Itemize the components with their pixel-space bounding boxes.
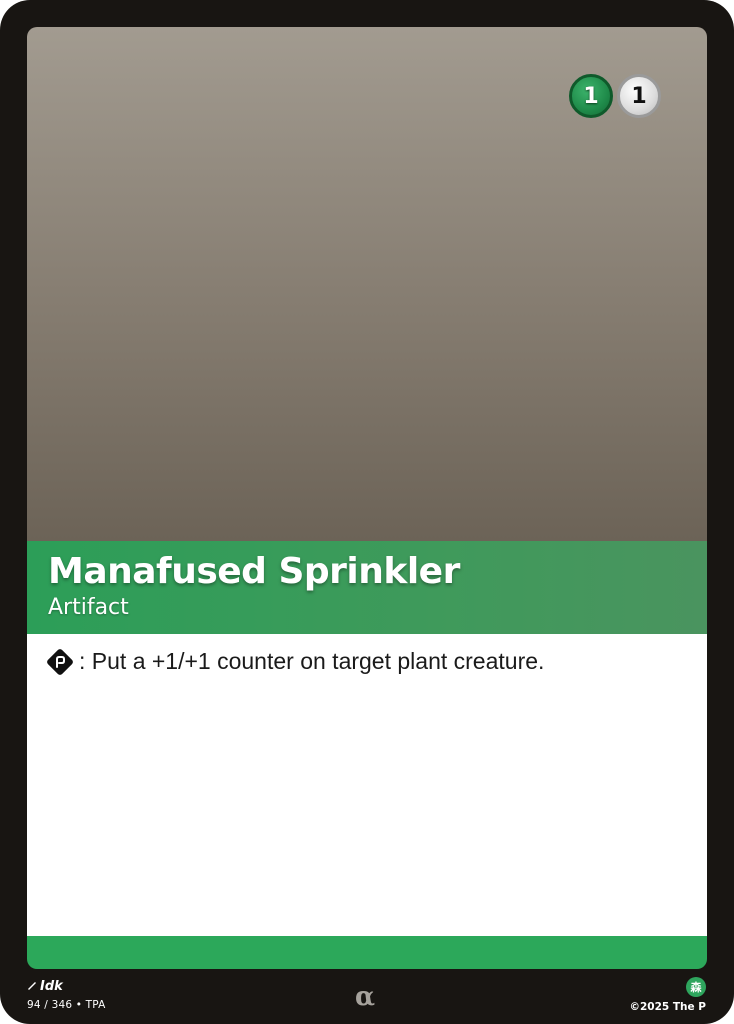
green-mana-pip: 1 xyxy=(569,74,613,118)
set-icon: 森 xyxy=(686,977,706,997)
generic-mana-pip: 1 xyxy=(617,74,661,118)
rules-text: : Put a +1/+1 counter on target plant cr… xyxy=(79,648,545,674)
tap-icon xyxy=(47,648,73,675)
card-name: Manafused Sprinkler xyxy=(48,551,460,592)
green-mana-value: 1 xyxy=(583,83,599,109)
copyright: ©2025 The P xyxy=(629,1001,707,1013)
card-art: 1 1 xyxy=(27,27,707,541)
artist-credit: Idk xyxy=(27,979,106,994)
artist-name: Idk xyxy=(40,979,63,994)
title-bar: Manafused Sprinkler Artifact xyxy=(27,541,707,634)
footer-right: 森 ©2025 The P xyxy=(629,977,707,1013)
generic-mana-value: 1 xyxy=(631,83,647,109)
card: 1 1 Manafused Sprinkler Artifact : Put a… xyxy=(0,0,734,1024)
brush-icon xyxy=(27,979,37,994)
rarity-symbol: α xyxy=(355,982,376,1012)
collector-info: 94 / 346 • TPA xyxy=(27,999,106,1011)
footer-left: Idk 94 / 346 • TPA xyxy=(27,979,106,1011)
mana-cost: 1 1 xyxy=(569,74,661,118)
rules-line: : Put a +1/+1 counter on target plant cr… xyxy=(47,648,687,675)
card-type: Artifact xyxy=(48,595,129,620)
rules-textbox: : Put a +1/+1 counter on target plant cr… xyxy=(27,634,707,936)
bottom-bar xyxy=(27,936,707,969)
